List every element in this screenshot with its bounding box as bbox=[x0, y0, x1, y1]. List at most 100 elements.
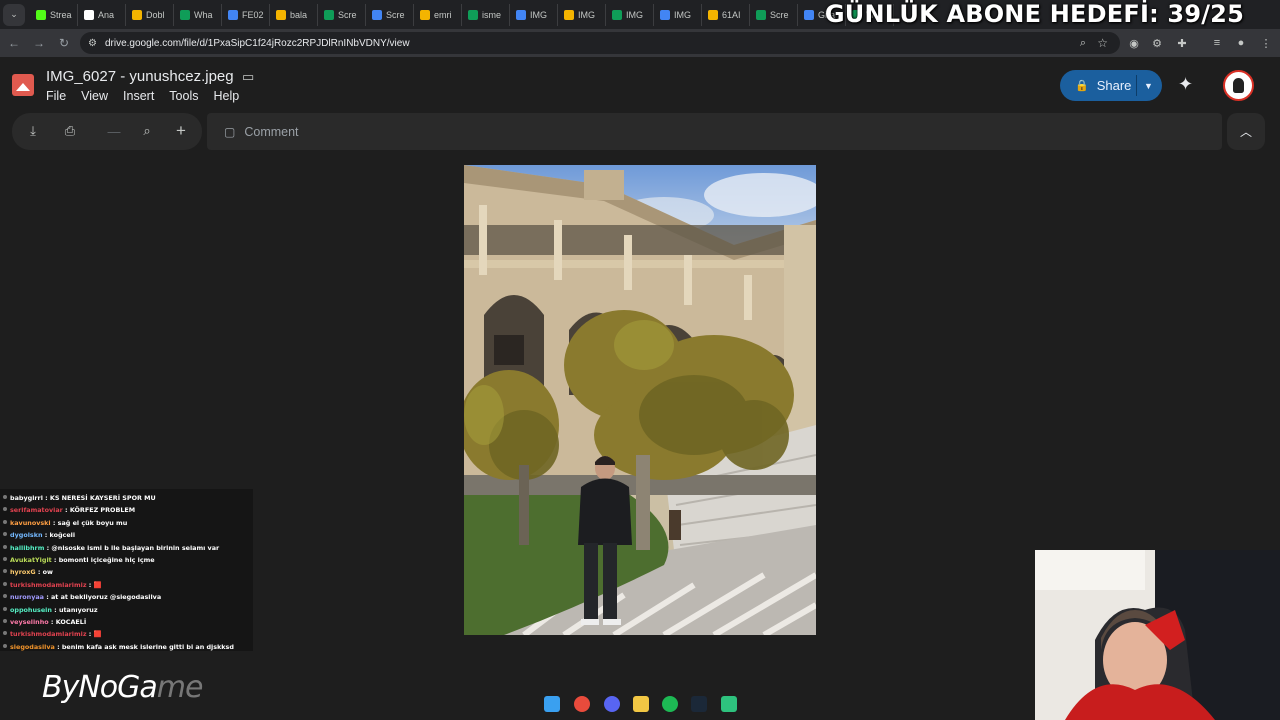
menu-item-help[interactable]: Help bbox=[213, 89, 239, 103]
tab-favicon-icon bbox=[36, 9, 46, 20]
tab-label: IMG bbox=[626, 9, 643, 20]
chat-message: nuronyaa : at at bekliyoruz @siegodasilv… bbox=[3, 591, 253, 603]
chat-separator: : bbox=[86, 630, 94, 639]
chat-separator: : bbox=[51, 556, 59, 565]
move-to-folder-icon[interactable]: ▭ bbox=[242, 69, 254, 85]
browser-menu-icon[interactable]: ⋮ bbox=[1259, 36, 1273, 50]
browser-tab[interactable]: FE02 bbox=[222, 3, 270, 26]
tab-favicon-icon bbox=[84, 9, 94, 20]
tab-label: Ana bbox=[98, 9, 115, 20]
site-info-icon[interactable]: ⚙ bbox=[88, 38, 97, 49]
url-text[interactable]: drive.google.com/file/d/1PxaSipC1f24jRoz… bbox=[105, 38, 410, 49]
browser-tab[interactable]: IMG bbox=[606, 3, 654, 26]
chat-badge-icon bbox=[3, 557, 7, 562]
tab-label: Scre bbox=[770, 9, 789, 20]
tab-favicon-icon bbox=[228, 9, 238, 20]
browser-tab[interactable]: IMG bbox=[654, 3, 702, 26]
extensions-puzzle-icon[interactable]: ✚ bbox=[1175, 36, 1189, 50]
bookmark-star-icon[interactable]: ☆ bbox=[1097, 36, 1108, 50]
collapse-toolbar-button[interactable]: ︿ bbox=[1227, 113, 1265, 150]
chat-badge-icon bbox=[3, 581, 7, 586]
download-icon[interactable]: ⤓ bbox=[24, 122, 42, 140]
lock-icon: 🔒 bbox=[1075, 80, 1089, 92]
chat-text: sağ el çük boyu mu bbox=[57, 518, 128, 527]
browser-tab[interactable]: Wha bbox=[174, 3, 222, 26]
browser-tab[interactable]: isme bbox=[462, 3, 510, 26]
browser-tab[interactable]: Scre bbox=[750, 3, 798, 26]
chat-separator: : bbox=[51, 605, 59, 614]
browser-tab[interactable]: Scre bbox=[318, 3, 366, 26]
chat-badge-icon bbox=[3, 495, 7, 499]
chat-separator: : bbox=[86, 580, 94, 589]
tab-label: IMG bbox=[578, 9, 595, 20]
chat-message: turkishmodamlarimiz : 🟥 bbox=[3, 628, 253, 640]
profile-icon[interactable]: ● bbox=[1234, 36, 1248, 50]
extension-icon[interactable]: ◉ bbox=[1127, 36, 1141, 50]
media-controls-icon[interactable]: ≡ bbox=[1210, 36, 1224, 50]
browser-tab[interactable]: Dobl bbox=[126, 3, 174, 26]
tab-favicon-icon bbox=[564, 9, 574, 20]
discord-icon[interactable] bbox=[604, 696, 620, 712]
browser-tab[interactable]: IMG bbox=[510, 3, 558, 26]
image-file-icon bbox=[12, 74, 34, 96]
chat-text: utanıyoruz bbox=[58, 605, 98, 614]
browser-tab[interactable]: IMG bbox=[558, 3, 606, 26]
menu-item-insert[interactable]: Insert bbox=[123, 89, 154, 103]
tab-favicon-icon bbox=[612, 9, 622, 20]
comment-bar[interactable]: ▢ Comment bbox=[207, 113, 1222, 150]
chrome-icon[interactable] bbox=[574, 696, 590, 712]
print-icon[interactable]: ⎙ bbox=[61, 122, 79, 140]
chat-username: turkishmodamlarimiz bbox=[10, 630, 87, 639]
zoom-reset-icon[interactable]: ⌕ bbox=[138, 122, 156, 140]
add-comment-icon: ▢ bbox=[224, 124, 236, 139]
windows-start-icon[interactable] bbox=[544, 696, 560, 712]
tab-favicon-icon bbox=[180, 9, 190, 20]
browser-tab[interactable]: Scre bbox=[366, 3, 414, 26]
chat-badge-icon bbox=[3, 569, 7, 574]
menu-item-tools[interactable]: Tools bbox=[169, 89, 198, 103]
forward-icon[interactable]: → bbox=[28, 32, 50, 54]
browser-tab[interactable]: Ana bbox=[78, 3, 126, 26]
browser-tab[interactable]: 61AI bbox=[702, 3, 750, 26]
chat-badge-icon bbox=[3, 594, 7, 599]
chat-badge-icon bbox=[3, 519, 7, 524]
chat-separator: : bbox=[42, 531, 50, 540]
browser-tab[interactable]: emri bbox=[414, 3, 462, 26]
file-explorer-icon[interactable] bbox=[633, 696, 649, 712]
tab-search-chevron-icon[interactable]: ⌄ bbox=[3, 3, 25, 26]
spotify-icon[interactable] bbox=[662, 696, 678, 712]
file-title[interactable]: IMG_6027 - yunushcez.jpeg bbox=[46, 68, 234, 85]
chat-badge-icon bbox=[3, 643, 7, 648]
photo-preview[interactable] bbox=[464, 165, 816, 635]
zoom-out-icon[interactable]: — bbox=[105, 122, 123, 140]
omnibox[interactable]: ⚙ drive.google.com/file/d/1PxaSipC1f24jR… bbox=[80, 32, 1120, 54]
tab-label: Scre bbox=[338, 9, 357, 20]
chat-text: at at bekliyoruz @siegodasilva bbox=[51, 593, 162, 602]
back-icon[interactable]: ← bbox=[3, 32, 25, 54]
browser-tab[interactable]: bala bbox=[270, 3, 318, 26]
extension-icon-2[interactable]: ⚙ bbox=[1150, 36, 1164, 50]
share-dropdown-icon[interactable]: ▼ bbox=[1144, 81, 1153, 91]
reload-icon[interactable]: ↻ bbox=[53, 32, 75, 54]
menu-item-file[interactable]: File bbox=[46, 89, 66, 103]
webcam-illustration bbox=[1035, 550, 1280, 720]
gemini-sparkle-icon[interactable]: ✦ bbox=[1178, 74, 1193, 95]
tab-favicon-icon bbox=[756, 9, 766, 20]
menu-item-view[interactable]: View bbox=[81, 89, 108, 103]
tab-label: bala bbox=[290, 9, 308, 20]
share-label: Share bbox=[1096, 78, 1132, 93]
chat-message: hallibhrm : @nisoske ismi b ile başlayan… bbox=[3, 542, 253, 554]
chat-username: turkishmodamlarimiz bbox=[10, 580, 87, 589]
tab-favicon-icon bbox=[804, 9, 814, 20]
app-icon[interactable] bbox=[721, 696, 737, 712]
chat-text: ow bbox=[42, 568, 53, 577]
browser-tab[interactable]: Strea bbox=[30, 3, 78, 26]
chat-message: babygirrl : KS NERESİ KAYSERİ SPOR MU bbox=[3, 492, 253, 504]
chat-badge-icon bbox=[3, 606, 7, 611]
zoom-icon[interactable]: ⌕ bbox=[1080, 37, 1086, 50]
share-button[interactable]: 🔒 Share ▼ bbox=[1060, 70, 1162, 101]
zoom-in-icon[interactable]: + bbox=[172, 121, 190, 140]
chat-separator: : bbox=[43, 593, 51, 602]
account-avatar[interactable] bbox=[1223, 70, 1254, 101]
steam-icon[interactable] bbox=[691, 696, 707, 712]
